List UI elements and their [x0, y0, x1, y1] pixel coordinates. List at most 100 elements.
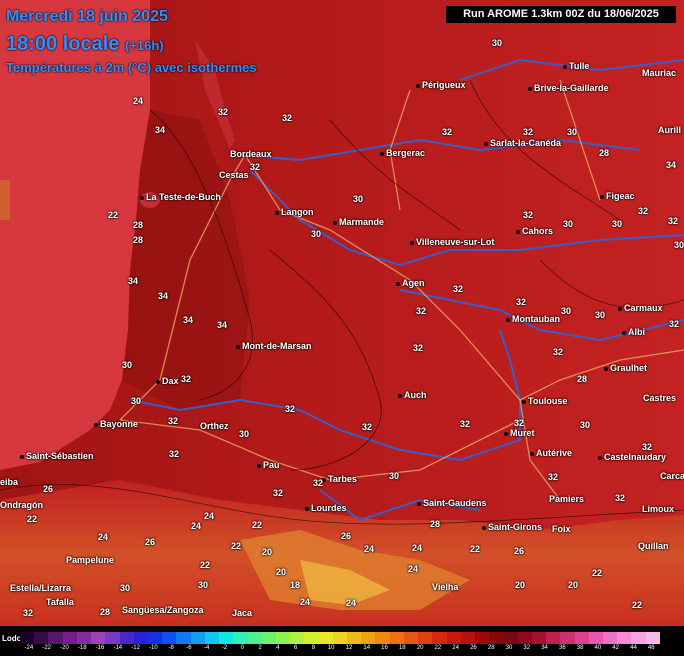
isotherm-label: 24	[133, 96, 144, 106]
city-name: Aurill	[658, 125, 682, 135]
isotherm-label: 34	[217, 320, 228, 330]
legend-swatch	[105, 632, 120, 644]
legend-tick: 10	[327, 645, 335, 651]
legend-swatch	[304, 632, 319, 644]
isotherm-label: 30	[563, 219, 574, 229]
isotherm-label: 32	[169, 449, 180, 459]
legend-tick: 8	[311, 645, 316, 651]
city-name: Pampelune	[66, 555, 115, 565]
legend-swatch	[261, 632, 276, 644]
legend-swatch	[62, 632, 77, 644]
isotherm-label: 32	[250, 162, 261, 172]
isotherm-label: 32	[416, 306, 427, 316]
city-name: Quillan	[638, 541, 669, 551]
city-name: Saint-Gaudens	[423, 498, 487, 508]
city-dot	[604, 366, 608, 371]
legend-tick: 36	[558, 645, 566, 651]
city-name: Lourdes	[311, 503, 347, 513]
legend-tick: -18	[77, 645, 87, 651]
city-label: Jaca	[232, 608, 252, 618]
legend-tick: 28	[487, 645, 495, 651]
legend-title: Lodo	[2, 634, 22, 643]
isotherm-label: 24	[412, 543, 423, 553]
city-label: Dax	[156, 376, 179, 386]
isotherm-label: 32	[668, 216, 679, 226]
city-name: Limoux	[642, 504, 675, 514]
isotherm-label: 32	[413, 343, 424, 353]
isotherm-label: 30	[198, 580, 209, 590]
isotherm-label: 28	[430, 519, 441, 529]
city-dot	[598, 455, 602, 460]
legend-swatch	[233, 632, 248, 644]
isotherm-label: 24	[364, 544, 375, 554]
city-dot	[528, 86, 532, 91]
city-name: Sarlat-la-Canéda	[490, 138, 562, 148]
legend-swatch	[617, 632, 632, 644]
city-dot	[482, 525, 486, 530]
isotherm-label: 30	[561, 306, 572, 316]
city-name: Pamiers	[549, 494, 585, 504]
legend-tick: -4	[204, 645, 210, 651]
legend-tick: -6	[186, 645, 192, 651]
legend-swatch	[588, 632, 603, 644]
legend-swatch	[318, 632, 333, 644]
city-label: Auch	[398, 390, 427, 400]
isotherm-label: 30	[492, 38, 503, 48]
legend-tick: -16	[95, 645, 105, 651]
city-label: Limoux	[642, 504, 674, 514]
legend-swatch	[446, 632, 461, 644]
city-dot	[530, 451, 534, 456]
isotherm-label: 32	[168, 416, 179, 426]
city-label: La Teste-de-Buch	[140, 192, 221, 202]
city-label: Cestas	[219, 170, 249, 180]
city-label: Périgueux	[416, 80, 466, 90]
city-label: Bergerac	[380, 148, 425, 158]
legend-tick: 34	[541, 645, 548, 651]
isotherm-label: 24	[300, 597, 311, 607]
city-name: Dax	[162, 376, 179, 386]
isotherm-label: 32	[285, 404, 296, 414]
model-run-label: Run AROME 1.3km 00Z du 18/06/2025	[446, 6, 676, 23]
legend-swatch	[133, 632, 148, 644]
city-label: Vielha	[432, 582, 458, 592]
legend-swatch	[162, 632, 177, 644]
isotherm-label: 24	[346, 598, 357, 608]
isotherm-label: 30	[353, 194, 364, 204]
city-label: Saint-Gaudens	[417, 498, 487, 508]
legend-tick: 42	[612, 645, 620, 651]
city-name: Carca	[660, 471, 684, 481]
city-dot	[600, 194, 604, 199]
legend-tick: -22	[42, 645, 51, 651]
isotherm-label: 32	[313, 478, 324, 488]
city-label: Pampelune	[66, 555, 114, 565]
city-dot	[416, 83, 420, 88]
legend-swatch	[418, 632, 433, 644]
isotherm-label: 30	[595, 310, 606, 320]
legend-swatch	[645, 632, 660, 644]
legend-tick: 12	[345, 645, 353, 651]
temperature-legend: Lodo -24 -22 -20 -18 -16 -14 -12 -10 -8 -6 -4 -2 0 2 4…	[0, 626, 684, 656]
isotherm-label: 32	[282, 113, 293, 123]
isotherm-label: 26	[341, 531, 352, 541]
legend-swatch	[91, 632, 106, 644]
city-name: Orthez	[200, 421, 229, 431]
city-name: Marmande	[339, 217, 385, 227]
isotherm-label: 24	[204, 511, 215, 521]
isotherm-label: 30	[122, 360, 133, 370]
isotherm-label: 34	[183, 315, 194, 325]
city-label: Albi	[622, 327, 645, 337]
isotherm-label: 20	[568, 580, 579, 590]
forecast-offset: (+16h)	[124, 38, 164, 53]
city-label: Estella/Lizarra	[10, 583, 71, 593]
city-label: Orthez	[200, 421, 229, 431]
city-name: Estella/Lizarra	[10, 583, 72, 593]
city-name: Saint-Girons	[488, 522, 543, 532]
isotherm-label: 28	[577, 374, 588, 384]
legend-swatch	[34, 632, 49, 644]
legend-swatch	[602, 632, 618, 644]
legend-tick-labels: -24 -22 -20 -18 -16 -14 -12 -10 -8 -6 -4 -2 0 2 4 6 8 10 1…	[20, 645, 660, 655]
city-name: Saint-Sébastien	[26, 451, 94, 461]
isotherm-label: 22	[252, 520, 263, 530]
city-name: Tarbes	[328, 474, 357, 484]
legend-swatch	[403, 632, 419, 644]
